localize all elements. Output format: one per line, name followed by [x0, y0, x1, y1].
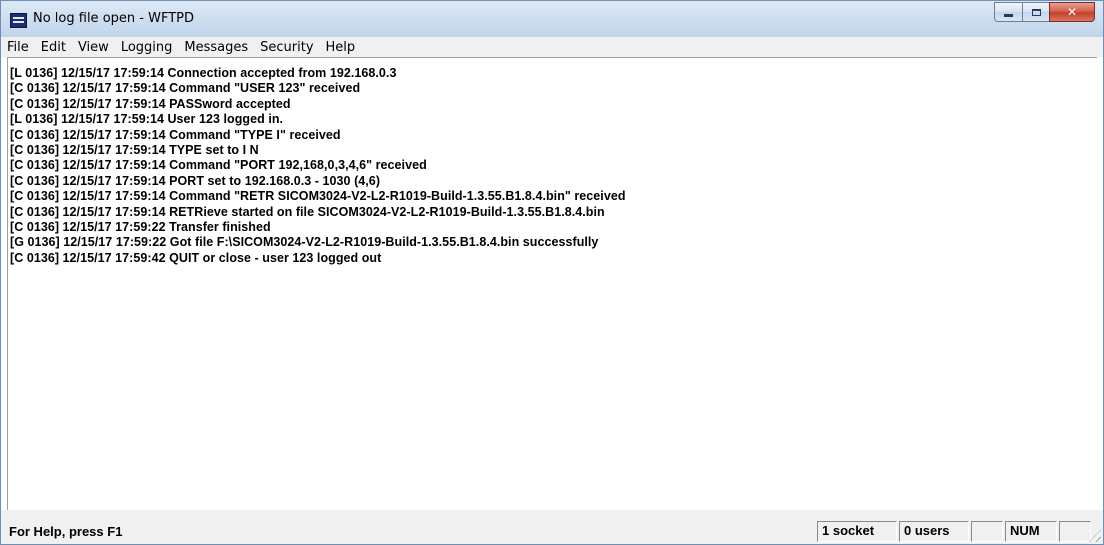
menu-file[interactable]: File — [7, 40, 29, 55]
menu-messages[interactable]: Messages — [184, 40, 248, 55]
log-line: [C 0136] 12/15/17 17:59:42 QUIT or close… — [10, 250, 382, 265]
status-pane-blank — [971, 521, 1003, 542]
close-icon: ✕ — [1066, 5, 1078, 19]
log-line: [L 0136] 12/15/17 17:59:14 Connection ac… — [10, 66, 397, 80]
maximize-icon — [1031, 8, 1041, 16]
log-line: [C 0136] 12/15/17 17:59:14 Command "TYPE… — [10, 127, 341, 142]
menu-edit[interactable]: Edit — [41, 40, 66, 55]
log-line: [C 0136] 12/15/17 17:59:14 Command "PORT… — [10, 158, 427, 173]
log-line: [C 0136] 12/15/17 17:59:14 Command "USER… — [10, 81, 361, 96]
status-bar: For Help, press F1 1 socket 0 users NUM — [1, 510, 1103, 544]
menu-logging[interactable]: Logging — [121, 40, 173, 55]
title-bar[interactable]: No log file open - WFTPD ✕ — [1, 1, 1103, 37]
window-title: No log file open - WFTPD — [33, 11, 194, 26]
menu-security[interactable]: Security — [260, 40, 313, 55]
minimize-icon — [1004, 13, 1013, 17]
log-view[interactable]: [L 0136] 12/15/17 17:59:14 Connection ac… — [7, 57, 1097, 510]
status-sockets: 1 socket — [817, 521, 897, 542]
log-line: [C 0136] 12/15/17 17:59:14 PORT set to 1… — [10, 173, 381, 188]
log-line: [G 0136] 12/15/17 17:59:22 Got file F:\S… — [10, 235, 599, 250]
status-help-text: For Help, press F1 — [9, 524, 123, 539]
menu-view[interactable]: View — [78, 40, 109, 55]
log-line: [L 0136] 12/15/17 17:59:14 User 123 logg… — [10, 112, 284, 127]
log-line: [C 0136] 12/15/17 17:59:14 TYPE set to I… — [10, 143, 259, 158]
status-num: NUM — [1005, 521, 1057, 542]
window-controls: ✕ — [994, 2, 1095, 24]
minimize-button[interactable] — [994, 2, 1022, 22]
menu-help[interactable]: Help — [326, 40, 356, 55]
menu-bar: File Edit View Logging Messages Security… — [1, 37, 1103, 57]
wftpd-window: No log file open - WFTPD ✕ File Edit Vie… — [0, 0, 1104, 545]
maximize-button[interactable] — [1022, 2, 1049, 22]
log-line: [C 0136] 12/15/17 17:59:14 RETRieve star… — [10, 204, 605, 219]
status-pane-last — [1059, 521, 1091, 542]
log-line: [C 0136] 12/15/17 17:59:14 Command "RETR… — [10, 189, 626, 204]
log-line: [C 0136] 12/15/17 17:59:14 PASSword acce… — [10, 96, 291, 111]
log-line: [C 0136] 12/15/17 17:59:22 Transfer fini… — [10, 220, 271, 235]
close-button[interactable]: ✕ — [1049, 2, 1095, 22]
status-users: 0 users — [899, 521, 969, 542]
wftpd-app-icon[interactable] — [10, 13, 27, 28]
